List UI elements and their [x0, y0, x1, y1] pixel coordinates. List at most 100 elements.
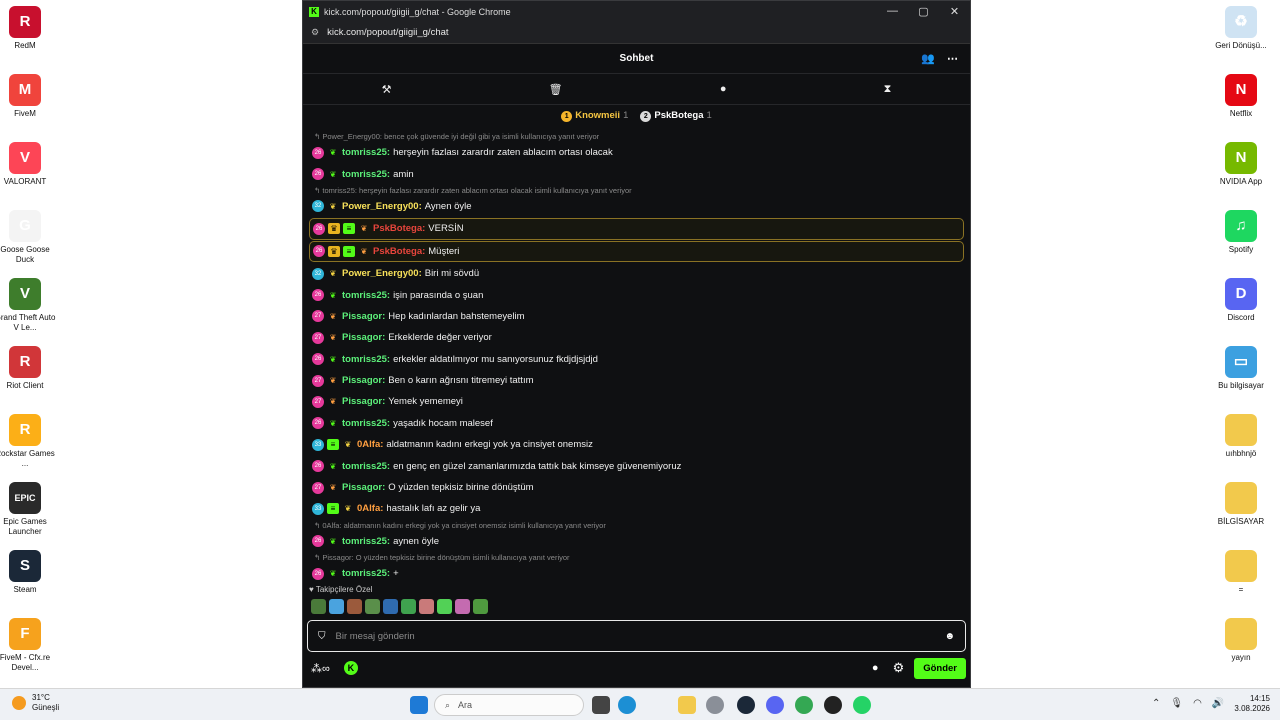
desktop-icon[interactable]: M FiveM — [0, 74, 57, 119]
chat-message[interactable]: 27 ❦ Pissagor: Ben o karın ağrısnı titremey… — [309, 370, 964, 391]
chrome-taskbar-icon[interactable] — [795, 696, 813, 714]
chat-message[interactable]: 32 ❦ Power_Energy00: Aynen öyle — [309, 196, 964, 217]
emote[interactable] — [329, 599, 344, 614]
desktop-icon[interactable]: yayın — [1209, 618, 1273, 663]
chat-username[interactable]: tomriss25: — [342, 290, 390, 301]
chat-message[interactable]: 26 ❦ tomriss25: yaşadık hocam malesef — [309, 413, 964, 434]
edge-icon[interactable] — [618, 696, 636, 714]
discord-taskbar-icon[interactable] — [766, 696, 784, 714]
reply-context[interactable]: ↰ 0Alfa: aldatmanın kadını erkegi yok ya… — [309, 520, 964, 531]
chat-message[interactable]: 26 ❦ tomriss25: herşeyin fazlası zarardır z… — [309, 142, 964, 163]
start-icon[interactable] — [410, 696, 428, 714]
chat-username[interactable]: 0Alfa: — [357, 439, 383, 450]
site-settings-icon[interactable]: ⚙ — [311, 27, 319, 38]
chat-message[interactable]: 26 ♛ ≡ ❦ PskBotega: VERSİN — [309, 218, 964, 240]
emote[interactable] — [311, 599, 326, 614]
desktop-icon[interactable]: D Discord — [1209, 278, 1273, 323]
taskbar-search[interactable]: ⌕ Ara — [434, 694, 584, 716]
chat-username[interactable]: tomriss25: — [342, 354, 390, 365]
folder-icon[interactable] — [678, 696, 696, 714]
desktop-icon[interactable]: BİLGİSAYAR — [1209, 482, 1273, 527]
chat-username[interactable]: tomriss25: — [342, 461, 390, 472]
emote[interactable] — [347, 599, 362, 614]
chat-username[interactable]: tomriss25: — [342, 418, 390, 429]
chat-bubble-icon[interactable]: ● — [720, 83, 727, 95]
desktop-icon[interactable]: R RedM — [0, 6, 57, 51]
points-icon[interactable]: ⁂∞ — [311, 662, 330, 675]
kick-logo-icon[interactable]: K — [343, 661, 358, 675]
steam-taskbar-icon[interactable] — [737, 696, 755, 714]
file-explorer-icon[interactable] — [592, 696, 610, 714]
reply-context[interactable]: ↰ Pissagor: O yüzden tepkisiz birine dön… — [309, 552, 964, 563]
emote[interactable] — [419, 599, 434, 614]
volume-icon[interactable]: 🔊 — [1212, 698, 1224, 709]
chat-username[interactable]: Pissagor: — [342, 482, 385, 493]
send-button[interactable]: Gönder — [914, 657, 966, 679]
chat-username[interactable]: Power_Energy00: — [342, 201, 422, 212]
chat-username[interactable]: tomriss25: — [342, 536, 390, 547]
emote[interactable] — [473, 599, 488, 614]
desktop-icon[interactable]: R Rockstar Games ... — [0, 414, 57, 469]
address-bar[interactable]: ⚙ kick.com/popout/giigii_g/chat — [303, 22, 970, 44]
desktop-icon[interactable]: G Goose Goose Duck — [0, 210, 57, 265]
desktop-icon[interactable]: uıhbhnjö — [1209, 414, 1273, 459]
desktop-icon[interactable]: R Riot Client — [0, 346, 57, 391]
url-text[interactable]: kick.com/popout/giigii_g/chat — [327, 27, 448, 38]
obs-taskbar-icon[interactable] — [824, 696, 842, 714]
wifi-icon[interactable]: ◠ — [1193, 698, 1202, 709]
chat-input[interactable] — [335, 630, 945, 642]
chat-message[interactable]: 27 ❦ Pissagor: Yemek yememeyi — [309, 391, 964, 412]
chat-username[interactable]: tomriss25: — [342, 147, 390, 158]
desktop-icon[interactable]: ♻ Geri Dönüşü... — [1209, 6, 1273, 51]
hourglass-icon[interactable]: ⧗ — [884, 83, 892, 96]
emote[interactable] — [455, 599, 470, 614]
emote[interactable] — [437, 599, 452, 614]
chat-message[interactable]: 32 ❦ Power_Energy00: Biri mi sövdü — [309, 263, 964, 284]
reply-context[interactable]: ↰ tomriss25: herşeyin fazlası zarardır z… — [309, 185, 964, 196]
chat-message[interactable]: 26 ❦ tomriss25: en genç en güzel zamanlarım… — [309, 455, 964, 476]
chat-username[interactable]: Pissagor: — [342, 375, 385, 386]
user-settings-icon[interactable]: 👥 — [921, 52, 935, 65]
desktop-icon[interactable]: N NVIDIA App — [1209, 142, 1273, 187]
microphone-icon[interactable]: 🎙 — [1170, 698, 1183, 709]
desktop-icon[interactable]: N Netflix — [1209, 74, 1273, 119]
desktop-icon[interactable]: V VALORANT — [0, 142, 57, 187]
reply-context[interactable]: ↰ Power_Energy00: bence çok güvende iyi … — [309, 131, 964, 142]
top-gifter[interactable]: 2 PskBotega 1 — [640, 110, 712, 122]
trash-icon[interactable]: 🗑 — [549, 83, 563, 96]
chevron-up-icon[interactable]: ⌃ — [1152, 698, 1160, 709]
system-tray[interactable]: ⌃ 🎙 ◠ 🔊 — [1152, 698, 1224, 709]
emoji-icon[interactable]: ☻ — [944, 631, 955, 642]
chat-username[interactable]: tomriss25: — [342, 169, 390, 180]
desktop-icon[interactable]: = — [1209, 550, 1273, 595]
weather-widget[interactable]: 31°C Güneşli — [12, 693, 59, 713]
chat-username[interactable]: PskBotega: — [373, 246, 425, 257]
title-bar[interactable]: K kick.com/popout/giigii_g/chat - Google… — [303, 1, 970, 22]
desktop-icon[interactable]: V Grand Theft Auto V Le... — [0, 278, 57, 333]
chat-message[interactable]: 27 ❦ Pissagor: O yüzden tepkisiz birine dön… — [309, 477, 964, 498]
shield-icon[interactable]: ⛉ — [318, 631, 326, 642]
chat-message[interactable]: 26 ❦ tomriss25: erkekler aldatılmıyor mu sa… — [309, 349, 964, 370]
chat-username[interactable]: tomriss25: — [342, 568, 390, 579]
desktop-icon[interactable]: ♫ Spotify — [1209, 210, 1273, 255]
desktop-icon[interactable]: EPIC Epic Games Launcher — [0, 482, 57, 537]
chat-message[interactable]: 27 ❦ Pissagor: Erkeklerde değer veriyor — [309, 327, 964, 348]
chat-message[interactable]: 33 ≡ ❦ 0Alfa: aldatmanın kadını erkegi yok y… — [309, 434, 964, 455]
gear-icon[interactable]: ⚙ — [893, 660, 905, 676]
chat-message[interactable]: 27 ❦ Pissagor: Hep kadınlardan bahstemeyeli… — [309, 306, 964, 327]
maximize-button[interactable]: ▢ — [908, 5, 939, 18]
chat-message[interactable]: 26 ❦ tomriss25: amin — [309, 163, 964, 184]
chat-message[interactable]: 26 ❦ tomriss25: aynen öyle — [309, 531, 964, 552]
chat-message[interactable]: 26 ❦ tomriss25: + — [309, 563, 964, 584]
chat-message[interactable]: 33 ≡ ❦ 0Alfa: hastalık lafı az gelir ya — [309, 498, 964, 519]
hammer-icon[interactable]: ⚒ — [382, 83, 392, 96]
chat-username[interactable]: Pissagor: — [342, 311, 385, 322]
emote[interactable] — [383, 599, 398, 614]
chat-username[interactable]: Pissagor: — [342, 396, 385, 407]
chat-message[interactable]: 26 ♛ ≡ ❦ PskBotega: Müşteri — [309, 240, 964, 262]
chat-message[interactable]: 26 ❦ tomriss25: işin parasında o şuan — [309, 284, 964, 305]
chat-input-box[interactable]: ⛉ ☻ — [307, 620, 966, 652]
chat-rules-icon[interactable]: ● — [872, 662, 879, 674]
emote[interactable] — [401, 599, 416, 614]
chat-username[interactable]: 0Alfa: — [357, 503, 383, 514]
